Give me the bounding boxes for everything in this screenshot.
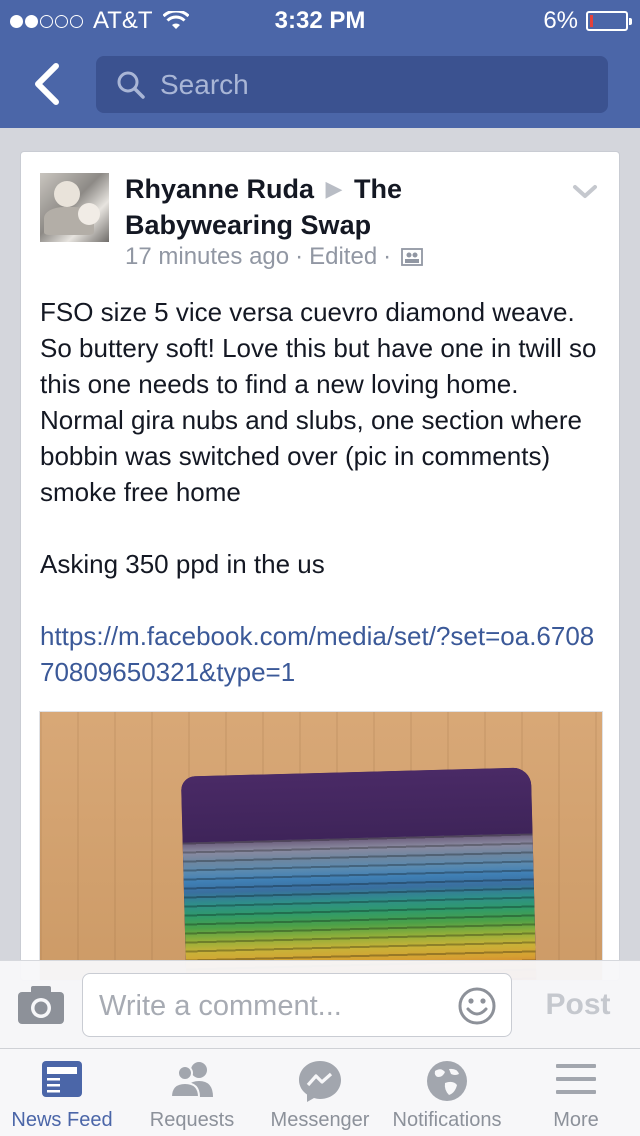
tab-label: Notifications — [392, 1109, 502, 1131]
avatar[interactable] — [40, 173, 109, 242]
tab-label: Requests — [149, 1109, 235, 1131]
chevron-left-icon — [35, 63, 59, 105]
hamburger-icon — [556, 1064, 596, 1094]
battery-icon — [586, 11, 632, 31]
tab-more[interactable]: More — [514, 1049, 638, 1136]
search-icon — [117, 71, 145, 99]
battery-level-fill — [590, 15, 593, 27]
status-right: 6% — [543, 7, 632, 35]
tab-label: News Feed — [11, 1109, 113, 1131]
post-body: FSO size 5 vice versa cuevro diamond wea… — [40, 294, 605, 690]
news-feed-icon — [42, 1061, 82, 1097]
comment-input[interactable] — [99, 988, 439, 1024]
woven-wrap-image — [180, 767, 538, 980]
smiley-icon — [458, 987, 496, 1025]
triangle-right-icon: ▶ — [325, 176, 343, 201]
comment-bar: Post — [0, 960, 640, 1048]
post-link[interactable]: https://m.facebook.com/media/set/?set=oa… — [40, 618, 605, 690]
camera-icon — [18, 986, 64, 1024]
search-box[interactable] — [96, 56, 608, 113]
comment-field[interactable] — [82, 973, 512, 1037]
group-audience-icon — [401, 248, 424, 266]
camera-button[interactable] — [16, 983, 66, 1027]
edited-label[interactable]: Edited — [309, 243, 377, 271]
tab-label: Messenger — [270, 1109, 370, 1131]
post-price-line: Asking 350 ppd in the us — [40, 549, 325, 579]
tab-messenger[interactable]: Messenger — [260, 1049, 380, 1136]
meta-separator: · — [383, 243, 392, 270]
search-input[interactable] — [160, 68, 580, 101]
post-message: FSO size 5 vice versa cuevro diamond wea… — [40, 297, 597, 507]
tab-requests[interactable]: Requests — [128, 1049, 256, 1136]
post-meta: 17 minutes ago · Edited · — [125, 243, 424, 271]
friend-requests-icon — [169, 1062, 213, 1098]
post-photo[interactable] — [39, 711, 603, 980]
chevron-down-icon — [573, 185, 597, 198]
tab-notifications[interactable]: Notifications — [384, 1049, 510, 1136]
post-card: Rhyanne Ruda ▶ The Babywearing Swap 17 m… — [20, 151, 620, 981]
post-comment-button[interactable]: Post — [536, 985, 620, 1025]
post-timestamp[interactable]: 17 minutes ago — [125, 243, 289, 271]
battery-percent: 6% — [543, 7, 578, 34]
tab-label: More — [553, 1109, 599, 1131]
sticker-button[interactable] — [457, 986, 497, 1026]
header-bar: AT&T 3:32 PM 6% — [0, 0, 640, 128]
status-bar: AT&T 3:32 PM 6% — [0, 0, 640, 40]
post-header: Rhyanne Ruda ▶ The Babywearing Swap — [125, 172, 545, 242]
meta-separator: · — [295, 243, 304, 270]
globe-icon — [427, 1061, 467, 1101]
tab-news-feed[interactable]: News Feed — [0, 1049, 124, 1136]
messenger-icon — [299, 1061, 341, 1102]
back-button[interactable] — [26, 60, 70, 108]
post-options-button[interactable] — [571, 182, 599, 202]
tab-bar: News Feed Requests Messenger Notificatio… — [0, 1048, 640, 1136]
author-name[interactable]: Rhyanne Ruda — [125, 174, 314, 204]
